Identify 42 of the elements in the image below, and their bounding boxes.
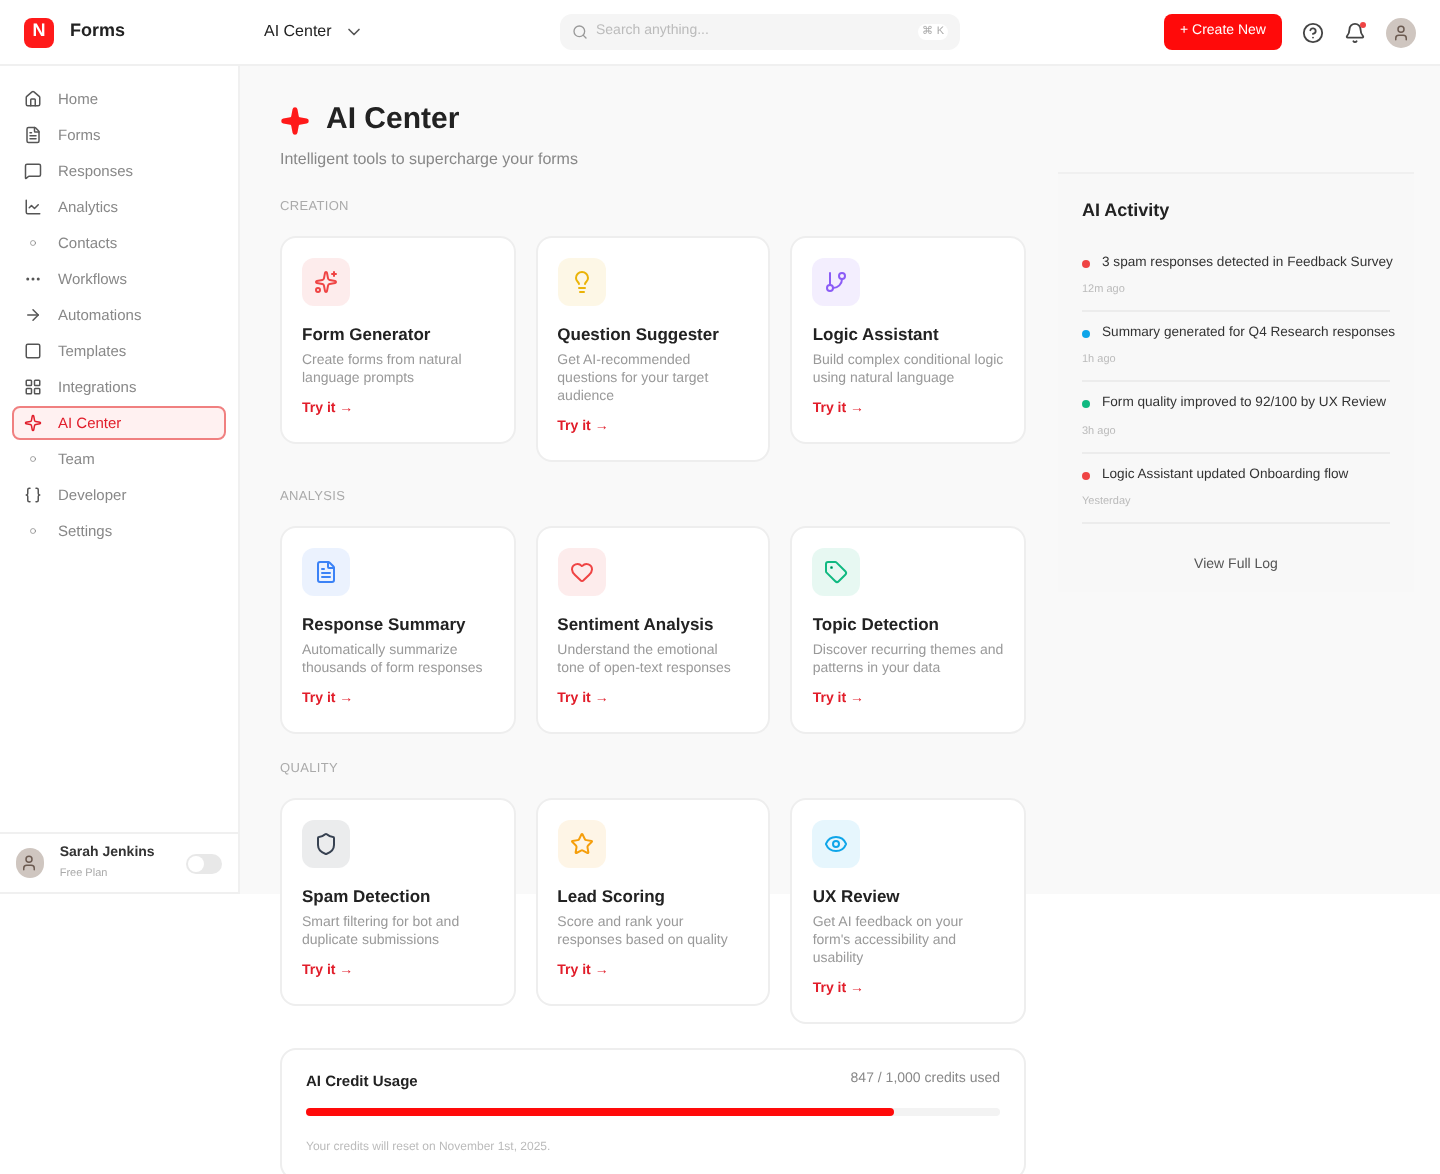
braces-icon <box>23 486 41 504</box>
page-subtitle: Intelligent tools to supercharge your forms <box>280 147 580 171</box>
brand-name: Forms <box>70 18 126 45</box>
branch-icon <box>824 270 849 295</box>
star-icon <box>569 832 594 857</box>
document-icon <box>23 126 41 144</box>
dot-icon <box>29 240 35 246</box>
square-icon <box>23 342 41 360</box>
tool-title: Question Suggester <box>557 322 721 348</box>
activity-title: AI Activity <box>1082 198 1172 224</box>
notification-bell[interactable] <box>1344 21 1366 43</box>
help-icon[interactable] <box>1302 21 1324 43</box>
lightbulb-icon <box>569 270 594 295</box>
tool-title: UX Review <box>812 884 902 910</box>
tool-title: Lead Scoring <box>557 884 667 910</box>
sparkle-icon <box>280 105 310 136</box>
line-chart-icon <box>23 198 41 216</box>
tool-title: Spam Detection <box>302 884 433 910</box>
tool-title: Logic Assistant <box>812 322 941 348</box>
tool-title: Topic Detection <box>812 612 941 638</box>
tag-icon <box>824 560 849 585</box>
tool-title: Sentiment Analysis <box>557 612 716 638</box>
avatar[interactable] <box>1386 17 1416 47</box>
speech-bubble-icon <box>23 162 41 180</box>
tool-title: Form Generator <box>302 322 433 348</box>
search-icon <box>572 24 588 40</box>
dot-icon <box>29 528 35 534</box>
dot-icon <box>29 456 35 462</box>
sparkle-icon <box>23 414 41 432</box>
brand-logo: N <box>24 17 54 47</box>
page-title: AI Center <box>326 100 460 140</box>
shield-icon <box>314 832 338 857</box>
eye-icon <box>824 832 849 857</box>
sparkles-icon <box>314 270 338 295</box>
breadcrumb: AI Center <box>264 20 332 44</box>
user-avatar <box>16 848 44 878</box>
arrow-icon <box>23 306 41 324</box>
tool-title: Response Summary <box>302 612 468 638</box>
home-icon <box>23 90 41 108</box>
document-icon <box>314 560 338 585</box>
heart-icon <box>569 560 594 585</box>
grid-icon <box>23 378 41 396</box>
